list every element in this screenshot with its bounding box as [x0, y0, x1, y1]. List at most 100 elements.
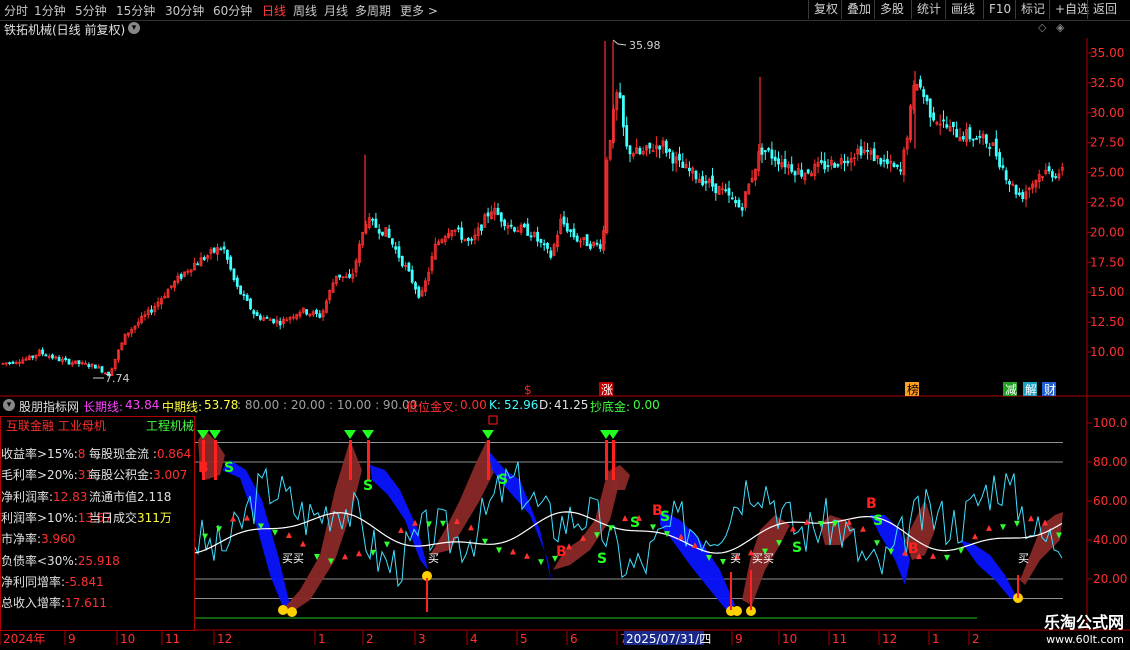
candle-body — [793, 171, 797, 176]
high-price-label: 35.98 — [629, 39, 661, 52]
candle-body — [955, 128, 959, 138]
small-up-arrow-icon — [622, 515, 628, 522]
ribbon-down — [222, 460, 290, 610]
small-down-arrow-icon — [958, 547, 964, 554]
small-down-arrow-icon — [1014, 520, 1020, 527]
sell-letter: S — [873, 513, 883, 529]
candle-body — [1051, 171, 1054, 178]
candle-body — [968, 127, 972, 140]
candle-body — [678, 153, 681, 161]
small-down-arrow-icon — [650, 524, 656, 531]
small-up-arrow-icon — [972, 533, 978, 540]
indicator-dropdown-icon[interactable]: ▾ — [3, 399, 15, 411]
candle-body — [618, 92, 622, 98]
candle-body — [565, 223, 569, 232]
small-down-arrow-icon — [720, 558, 726, 565]
candle-body — [925, 95, 929, 102]
buy-signal-text: 买买 — [752, 552, 774, 565]
candle-body — [480, 224, 483, 231]
candle-body — [387, 228, 391, 238]
price-tick-label: 35.00 — [1090, 46, 1124, 60]
small-up-arrow-icon — [286, 532, 292, 539]
panel-header-right: 工程机械 — [146, 419, 195, 433]
watermark: 乐淘公式网 www.60lt.com — [1044, 609, 1124, 646]
candle-body — [899, 169, 902, 172]
timeline-label: 11 — [832, 632, 847, 646]
timeline-label: 1 — [932, 632, 940, 646]
candle-body — [773, 156, 777, 161]
candle-body — [836, 164, 840, 167]
small-down-arrow-icon — [202, 533, 208, 540]
event-marker: 减 — [1005, 383, 1017, 397]
candle-body — [704, 180, 708, 184]
candle-body — [219, 248, 223, 251]
candle-body — [232, 268, 236, 281]
candle-body — [249, 298, 252, 310]
candle-body — [496, 207, 500, 215]
candle-body — [760, 147, 764, 155]
long-line-value: 43.84 — [125, 398, 160, 412]
price-tick-label: 32.50 — [1090, 76, 1124, 90]
sell-letter: S — [792, 540, 802, 556]
candle-body — [681, 161, 685, 168]
indicator-tick-label: 80.00 — [1093, 455, 1127, 469]
signal-bar — [349, 440, 352, 480]
candle-body — [526, 223, 530, 236]
event-marker: $ — [524, 383, 532, 397]
indicator-body: SS SS SSSSBB BBB买买买买买买买 — [193, 415, 1063, 617]
sell-letter: S — [498, 472, 508, 488]
candle-body — [1001, 165, 1005, 168]
candle-body — [397, 246, 401, 258]
candle-body — [41, 349, 44, 355]
candle-body — [470, 238, 474, 241]
candle-body — [57, 357, 61, 362]
fundamental-label: 负债率<30%: — [1, 553, 78, 568]
candle-body — [499, 212, 503, 222]
fundamental-value: 3.007 — [153, 468, 188, 483]
candle-body — [338, 274, 342, 278]
candle-body — [668, 149, 671, 153]
timeline-label: 2024年 — [3, 632, 46, 646]
candle-body — [688, 167, 691, 172]
candle-body — [595, 242, 599, 245]
fundamental-label: 利润率>10%: — [1, 510, 78, 525]
candle-body — [994, 138, 998, 157]
candle-body — [417, 286, 421, 298]
candle-body — [734, 200, 737, 204]
indicator-tick-label: 20.00 — [1093, 572, 1127, 586]
candle-body — [67, 359, 71, 365]
candle-body — [730, 197, 734, 200]
low-gold-value: 0.00 — [460, 398, 487, 412]
candle-body — [466, 237, 470, 241]
candle-body — [549, 250, 553, 258]
candle-body — [961, 136, 965, 140]
fundamental-label: 市净率: — [1, 532, 42, 547]
small-up-arrow-icon — [230, 515, 236, 522]
candle-body — [872, 148, 876, 162]
candle-body — [381, 231, 384, 236]
fundamental-row: 总收入增率:17.611 — [1, 594, 107, 612]
fundamental-label: 净利润率: — [1, 489, 54, 504]
candle-body — [671, 152, 675, 164]
small-down-arrow-icon — [440, 520, 446, 527]
price-tick-label: 12.50 — [1090, 315, 1124, 329]
candle-body — [1047, 166, 1051, 172]
small-down-arrow-icon — [272, 529, 278, 536]
candle-body — [826, 165, 830, 168]
fundamental-value: 12.83 — [53, 489, 88, 504]
event-marker: 财 — [1044, 383, 1056, 397]
candle-body — [971, 138, 975, 141]
price-tick-label: 22.50 — [1090, 196, 1124, 210]
indicator-name[interactable]: 股朋指标网 — [19, 398, 79, 415]
fundamental-value: 3.960 — [41, 532, 76, 547]
low-price-label: 7.74 — [105, 372, 130, 385]
candle-body — [879, 158, 883, 165]
candle-body — [503, 219, 507, 227]
candle-body — [31, 355, 35, 358]
timeline-label: 11 — [165, 632, 180, 646]
small-up-arrow-icon — [930, 552, 936, 559]
watermark-url: www.60lt.com — [1046, 633, 1124, 646]
candle-body — [942, 119, 945, 122]
candle-body — [800, 169, 803, 177]
timeline-label: 10 — [120, 632, 135, 646]
